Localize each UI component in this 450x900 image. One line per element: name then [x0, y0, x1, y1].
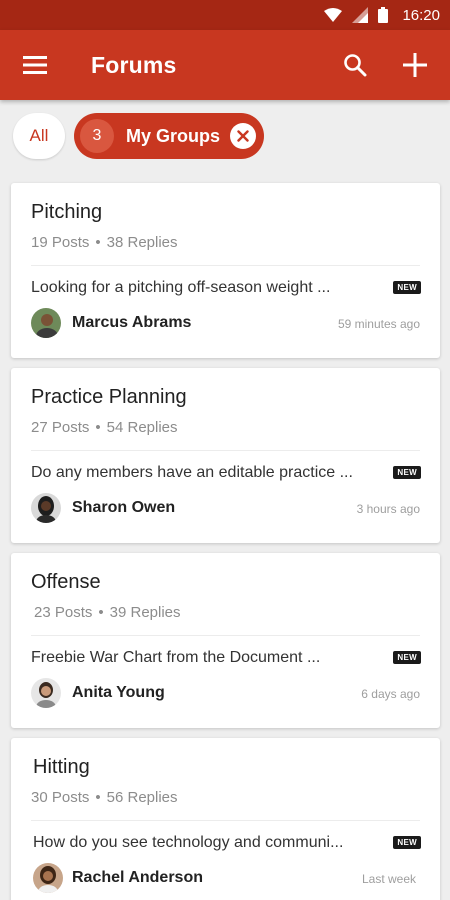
groups-count-badge: 3 — [80, 119, 114, 153]
separator-dot: • — [95, 789, 101, 806]
new-badge: NEW — [393, 281, 421, 294]
latest-post-preview: Do any members have an editable practice… — [31, 464, 353, 481]
close-icon — [237, 130, 249, 142]
replies-count: 39 Replies — [109, 604, 181, 621]
forum-title: Practice Planning — [31, 386, 187, 408]
posts-count: 19 Posts — [31, 234, 90, 251]
search-icon — [344, 54, 367, 77]
clear-filter-button[interactable] — [230, 123, 257, 149]
search-button[interactable] — [325, 30, 385, 100]
posts-count: 23 Posts — [34, 604, 93, 621]
author-name: Sharon Owen — [72, 499, 176, 516]
post-time: Last week — [361, 872, 416, 886]
posts-count: 30 Posts — [31, 789, 90, 806]
author-name: Marcus Abrams — [72, 314, 192, 331]
replies-count: 54 Replies — [106, 419, 178, 436]
forum-card-hitting[interactable]: Hitting 30 Posts • 56 Replies How do you s… — [11, 738, 440, 900]
cell-signal-icon — [352, 7, 369, 23]
wifi-icon — [324, 8, 343, 22]
forum-card-practice-planning[interactable]: Practice Planning 27 Posts • 54 Replies Do… — [11, 368, 440, 543]
groups-chip-label: My Groups — [126, 125, 221, 146]
new-badge: NEW — [393, 651, 421, 664]
forum-card-offense[interactable]: Offense 23 Posts • 39 Replies Freebie War … — [11, 553, 440, 728]
avatar — [33, 863, 63, 893]
replies-count: 56 Replies — [106, 789, 178, 806]
avatar — [31, 308, 61, 338]
forum-card-pitching[interactable]: Pitching 19 Posts • 38 Replies Looking for… — [11, 183, 440, 358]
replies-count: 38 Replies — [106, 234, 178, 251]
post-time: 3 hours ago — [356, 502, 420, 516]
add-forum-button[interactable] — [385, 30, 445, 100]
latest-post-preview: Freebie War Chart from the Document ... — [31, 649, 321, 666]
author-name: Anita Young — [72, 684, 165, 701]
battery-icon — [378, 7, 389, 23]
plus-icon — [403, 53, 427, 77]
latest-post-preview: Looking for a pitching off-season weight… — [31, 279, 331, 296]
separator-dot: • — [98, 604, 104, 621]
divider — [31, 635, 420, 636]
filter-my-groups-chip[interactable]: 3 My Groups — [74, 113, 265, 159]
post-time: 59 minutes ago — [337, 317, 420, 331]
hamburger-menu-icon — [23, 56, 47, 74]
menu-button[interactable] — [0, 30, 70, 100]
avatar — [31, 493, 61, 523]
new-badge: NEW — [393, 836, 421, 849]
page-title: Forums — [91, 51, 177, 78]
status-time: 16:20 — [402, 6, 440, 24]
divider — [31, 265, 420, 266]
forum-title: Hitting — [33, 756, 90, 778]
latest-post-preview: How do you see technology and communi... — [33, 834, 344, 851]
app-bar: Forums — [0, 30, 450, 100]
forum-stats: 19 Posts • 38 Replies — [31, 234, 178, 251]
forum-stats: 23 Posts • 39 Replies — [34, 604, 181, 621]
divider — [31, 450, 420, 451]
forum-title: Pitching — [31, 201, 103, 223]
divider — [31, 820, 420, 821]
new-badge: NEW — [393, 466, 421, 479]
filter-all-chip[interactable]: All — [13, 113, 65, 159]
separator-dot: • — [95, 419, 101, 436]
status-bar: 16:20 — [0, 0, 450, 30]
avatar — [31, 678, 61, 708]
forum-stats: 27 Posts • 54 Replies — [31, 419, 178, 436]
separator-dot: • — [95, 234, 101, 251]
author-name: Rachel Anderson — [72, 869, 203, 886]
posts-count: 27 Posts — [31, 419, 90, 436]
post-time: 6 days ago — [361, 687, 420, 701]
filter-chips: All 3 My Groups — [0, 110, 450, 162]
forum-stats: 30 Posts • 56 Replies — [31, 789, 178, 806]
forum-title: Offense — [31, 571, 101, 593]
